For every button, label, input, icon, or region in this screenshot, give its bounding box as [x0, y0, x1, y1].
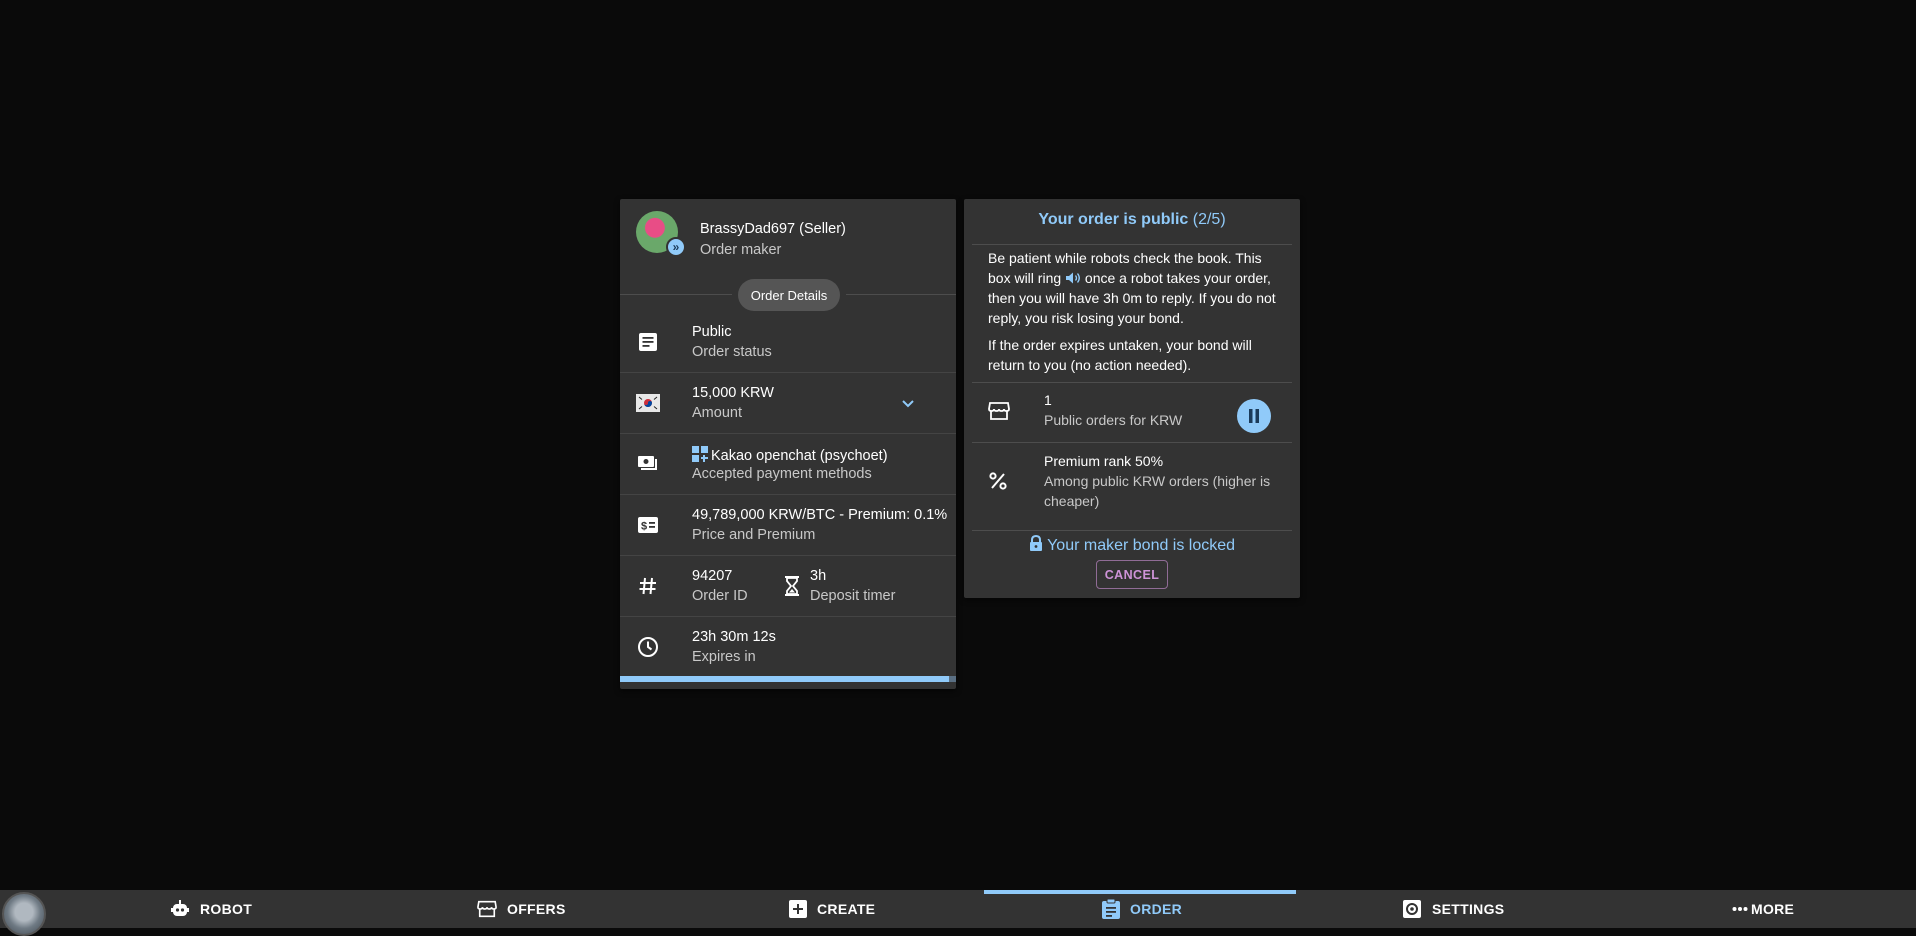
order-maker: » BrassyDad697 (Seller) Order maker [636, 211, 936, 263]
maker-role: Order maker [700, 242, 782, 258]
pause-icon [1249, 409, 1259, 423]
nav-robot-label: ROBOT [200, 901, 253, 917]
status-title-text: Your order is public [1038, 211, 1189, 228]
lock-icon [1029, 534, 1043, 554]
order-status-row: Public Order status [620, 312, 956, 373]
price-label: Price and Premium [692, 527, 816, 543]
price-tag-icon: $ [636, 513, 660, 537]
gear-icon [1403, 900, 1421, 918]
article-icon [636, 330, 660, 354]
nav-more[interactable]: MORE [1732, 890, 1794, 928]
svg-text:$: $ [641, 521, 647, 533]
divider [972, 244, 1292, 245]
bottom-navigation: ROBOT OFFERS CREATE ORDER SETTINGS MORE [0, 890, 1916, 936]
public-orders-count: 1 [1044, 392, 1052, 408]
price-value: 49,789,000 KRW/BTC - Premium: 0.1% [692, 507, 948, 523]
maker-name: BrassyDad697 (Seller) [700, 221, 846, 237]
nav-offers[interactable]: OFFERS [477, 890, 566, 928]
nav-order-label: ORDER [1130, 901, 1183, 917]
add-box-icon [789, 900, 807, 918]
storefront-icon [988, 401, 1012, 425]
nav-more-label: MORE [1751, 901, 1795, 917]
pause-button[interactable] [1237, 399, 1271, 433]
premium-rank-value: Premium rank 50% [1044, 453, 1164, 469]
percent-icon [988, 471, 1012, 495]
expiry-progress-bar [620, 676, 950, 682]
payment-methods-row: Kakao openchat (psychoet) Accepted payme… [620, 434, 956, 495]
order-status-label: Order status [692, 344, 772, 360]
nav-settings[interactable]: SETTINGS [1402, 890, 1504, 928]
order-status-value: Public [692, 324, 732, 340]
chevron-double-right-icon: » [666, 237, 686, 257]
nav-create[interactable]: CREATE [789, 890, 875, 928]
nav-offers-label: OFFERS [507, 901, 566, 917]
cancel-button[interactable]: CANCEL [1096, 560, 1168, 589]
clipboard-icon [1102, 899, 1120, 919]
payment-methods-label: Accepted payment methods [692, 466, 872, 482]
nav-settings-label: SETTINGS [1432, 901, 1505, 917]
expire-message: If the order expires untaken, your bond … [988, 337, 1252, 373]
patience-message: Be patient while robots check the book. … [988, 248, 1284, 328]
premium-rank-row: Premium rank 50% Among public KRW orders… [964, 443, 1300, 529]
status-title: Your order is public (2/5) [964, 211, 1300, 229]
kakao-openchat-icon [692, 446, 709, 463]
storefront-icon [477, 900, 497, 918]
amount-value: 15,000 KRW [692, 385, 774, 401]
nav-robot[interactable]: ROBOT [170, 890, 252, 928]
divider [972, 530, 1292, 531]
payment-method-value: Kakao openchat (psychoet) [692, 446, 888, 464]
nav-order[interactable]: ORDER [1102, 890, 1182, 928]
amount-label: Amount [692, 405, 742, 421]
order-id-row: 94207 Order ID 3h Deposit timer [620, 556, 956, 617]
hourglass-icon [780, 574, 804, 598]
order-id-value: 94207 [692, 568, 733, 584]
bond-text: Your maker bond is locked [1047, 537, 1236, 554]
nav-create-label: CREATE [817, 901, 876, 917]
south-korea-flag-icon [636, 391, 660, 415]
speaker-icon [1065, 270, 1081, 284]
deposit-timer-value: 3h [810, 568, 827, 584]
expires-label: Expires in [692, 649, 756, 665]
expires-row: 23h 30m 12s Expires in [620, 617, 956, 678]
status-step: (2/5) [1192, 211, 1226, 228]
divider-line [846, 294, 956, 295]
maker-bond-status: Your maker bond is locked [964, 534, 1300, 555]
premium-rank-label: Among public KRW orders (higher is cheap… [1044, 473, 1271, 509]
expires-value: 23h 30m 12s [692, 629, 776, 645]
robot-icon [171, 900, 189, 916]
divider-line [620, 294, 732, 295]
order-details-card: » BrassyDad697 (Seller) Order maker Orde… [620, 199, 956, 689]
order-details-chip: Order Details [738, 279, 840, 311]
payments-icon [636, 452, 660, 476]
deposit-timer-label: Deposit timer [810, 588, 896, 604]
clock-icon [636, 635, 660, 659]
user-robot-avatar[interactable] [2, 892, 46, 936]
chevron-down-icon[interactable] [896, 391, 920, 415]
payment-method-text: Kakao openchat (psychoet) [711, 448, 888, 464]
order-details-divider: Order Details [620, 279, 956, 311]
amount-row: 15,000 KRW Amount [620, 373, 956, 434]
order-id-label: Order ID [692, 588, 748, 604]
hashtag-icon [636, 574, 660, 598]
price-row: $ 49,789,000 KRW/BTC - Premium: 0.1% Pri… [620, 495, 956, 556]
more-horiz-icon [1732, 907, 1748, 911]
